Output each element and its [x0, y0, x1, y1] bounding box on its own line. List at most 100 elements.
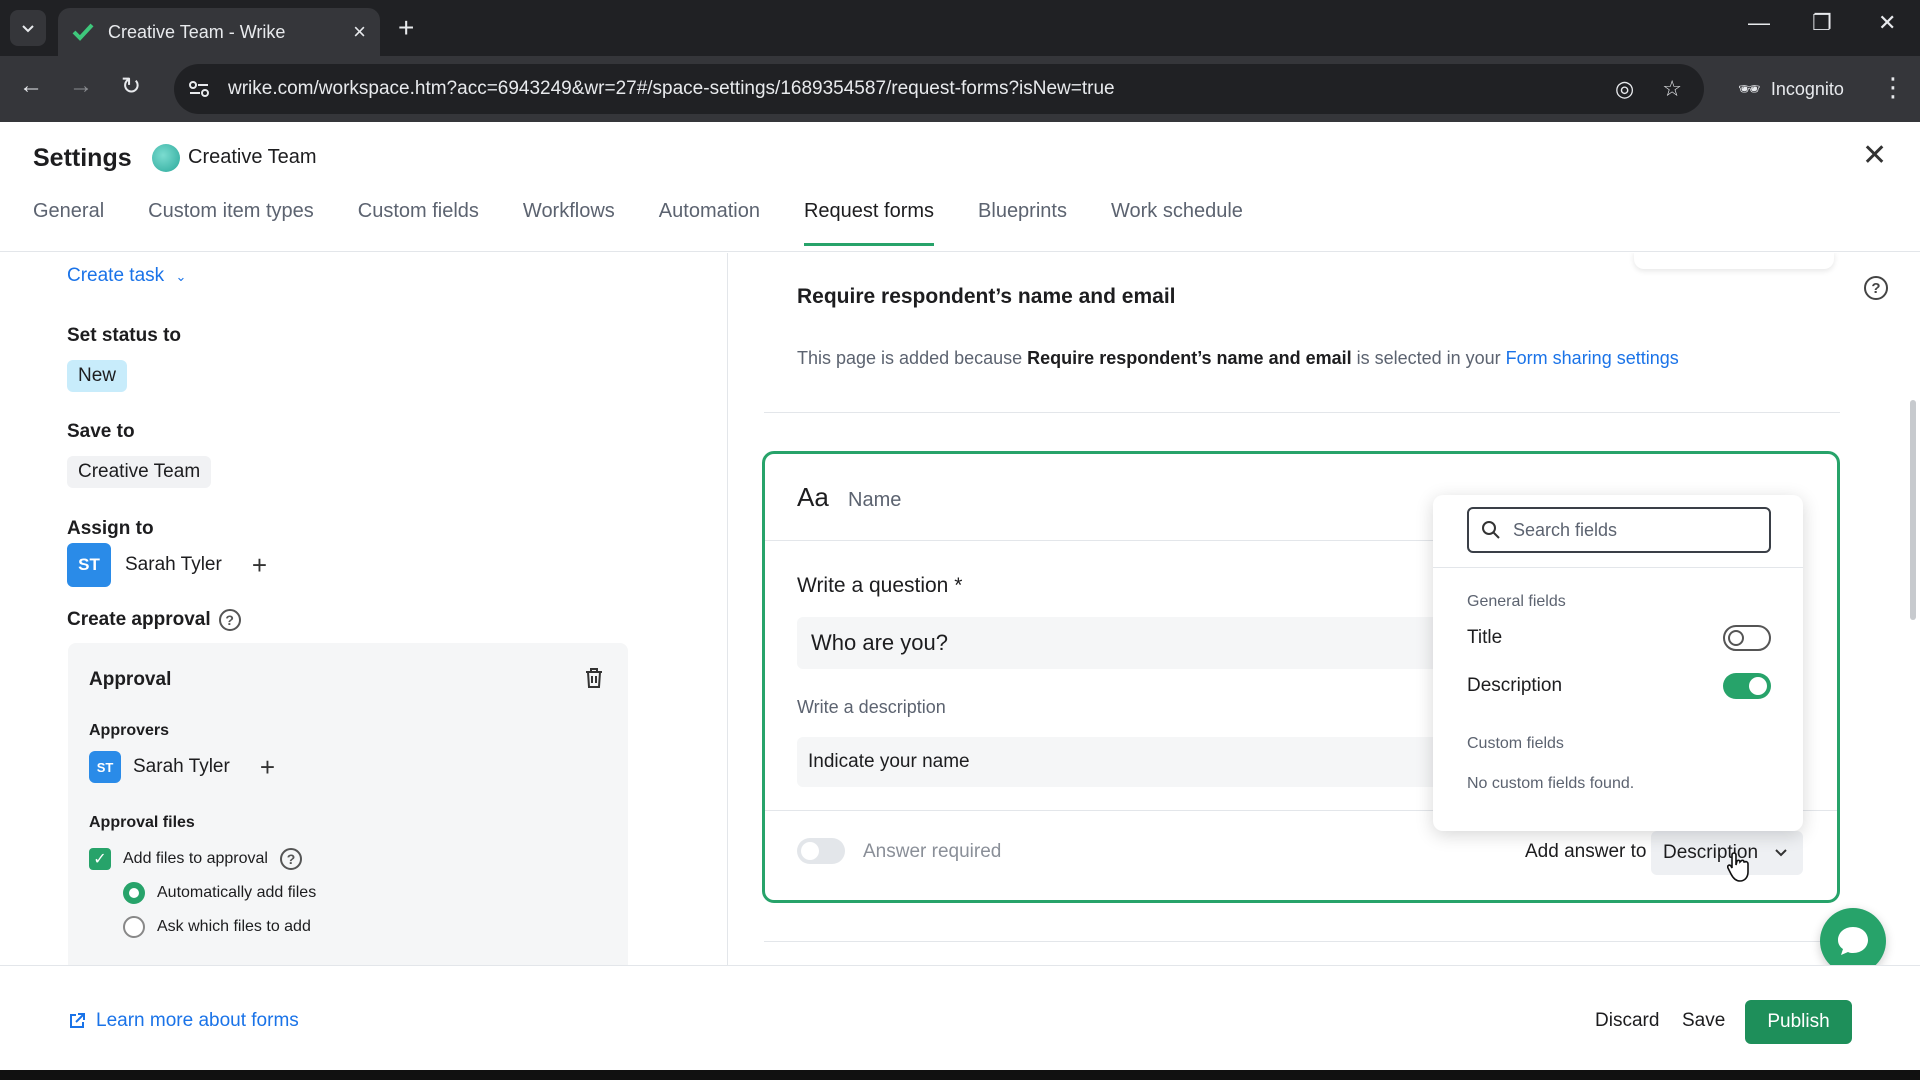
incognito-indicator[interactable]: 🕶 Incognito — [1724, 68, 1858, 110]
window-close-icon[interactable]: ✕ — [1878, 10, 1896, 36]
title-toggle[interactable] — [1723, 625, 1771, 651]
chevron-down-icon — [1775, 849, 1787, 857]
reload-icon[interactable]: ↻ — [116, 72, 146, 101]
assignee-row: ST Sarah Tyler + — [67, 543, 267, 587]
avatar[interactable]: ST — [89, 751, 121, 783]
tab-automation[interactable]: Automation — [659, 200, 760, 246]
save-to-location[interactable]: Creative Team — [67, 456, 212, 488]
description-input[interactable]: Indicate your name — [797, 737, 1457, 787]
field-option-description[interactable]: Description — [1467, 673, 1771, 699]
desc-middle: is selected in your — [1351, 348, 1506, 368]
form-sharing-settings-link[interactable]: Form sharing settings — [1506, 348, 1679, 368]
restore-icon[interactable]: ❐ — [1812, 10, 1832, 36]
create-approval-header: Create approval ? — [67, 609, 241, 631]
form-editor-panel: Require respondent’s name and email This… — [729, 253, 1920, 965]
tab-blueprints[interactable]: Blueprints — [978, 200, 1067, 246]
ask-files-label: Ask which files to add — [157, 918, 311, 935]
publish-button[interactable]: Publish — [1745, 1000, 1852, 1044]
tab-workflows[interactable]: Workflows — [523, 200, 615, 246]
desc-prefix: This page is added because — [797, 348, 1028, 368]
tab-general[interactable]: General — [33, 200, 104, 246]
learn-more-link[interactable]: Learn more about forms — [68, 1010, 299, 1032]
create-task-label: Create task — [67, 265, 165, 286]
eye-off-icon[interactable]: ◎ — [1615, 76, 1634, 101]
browser-tab[interactable]: Creative Team - Wrike × — [58, 8, 380, 56]
search-icon — [1482, 521, 1500, 539]
add-files-checkbox[interactable]: ✓ — [89, 848, 111, 870]
divider — [764, 941, 1840, 942]
page-title: Settings — [33, 144, 132, 172]
status-badge[interactable]: New — [67, 360, 128, 392]
no-custom-fields-text: No custom fields found. — [1467, 775, 1635, 792]
section-title: Require respondent’s name and email — [797, 285, 1176, 308]
add-approver-icon[interactable]: + — [260, 752, 275, 783]
chevron-down-icon: ⌄ — [175, 269, 187, 284]
help-icon[interactable]: ? — [1864, 276, 1888, 300]
browser-menu-icon[interactable]: ⋮ — [1880, 72, 1906, 103]
create-approval-label: Create approval — [67, 609, 211, 630]
tab-search-button[interactable] — [10, 10, 46, 46]
discard-button[interactable]: Discard — [1595, 1010, 1659, 1032]
search-fields-input[interactable] — [1513, 519, 1753, 541]
divider — [764, 412, 1840, 413]
learn-more-label: Learn more about forms — [96, 1010, 299, 1031]
back-icon[interactable]: ← — [16, 72, 46, 100]
auto-add-files-radio[interactable] — [123, 882, 145, 904]
avatar[interactable]: ST — [67, 543, 111, 587]
approvers-label: Approvers — [89, 722, 170, 739]
field-description-label: Description — [1467, 675, 1563, 696]
settings-tabs: General Custom item types Custom fields … — [33, 200, 1243, 246]
site-settings-icon[interactable] — [188, 79, 210, 99]
space-name: Creative Team — [188, 146, 317, 168]
new-tab-icon[interactable]: + — [398, 12, 414, 44]
wrike-logo-icon — [72, 23, 94, 41]
form-settings-panel: Create task ⌄ Set status to New Save to … — [0, 253, 728, 965]
tab-custom-fields[interactable]: Custom fields — [358, 200, 479, 246]
scrollbar[interactable] — [1910, 400, 1916, 620]
tab-work-schedule[interactable]: Work schedule — [1111, 200, 1243, 246]
custom-fields-label: Custom fields — [1467, 735, 1564, 752]
trash-icon[interactable] — [584, 667, 604, 694]
save-button[interactable]: Save — [1682, 1010, 1725, 1032]
address-bar[interactable]: wrike.com/workspace.htm?acc=6943249&wr=2… — [174, 64, 1704, 114]
approver-name: Sarah Tyler — [133, 756, 230, 777]
ask-files-radio[interactable] — [123, 916, 145, 938]
window-bottom-edge — [0, 1070, 1920, 1080]
chat-icon — [1838, 927, 1868, 955]
add-assignee-icon[interactable]: + — [252, 550, 267, 581]
set-status-label: Set status to — [67, 325, 182, 346]
auto-add-files-label: Automatically add files — [157, 884, 317, 901]
tab-request-forms[interactable]: Request forms — [803, 200, 935, 246]
collapsed-card-edge — [1634, 253, 1834, 269]
url-text: wrike.com/workspace.htm?acc=6943249&wr=2… — [228, 78, 1115, 99]
approval-card: Approval Approvers ST Sarah Tyler + Appr… — [68, 643, 628, 965]
auto-add-files-option[interactable]: Automatically add files — [123, 882, 316, 904]
answer-required-label: Answer required — [863, 841, 1002, 862]
general-fields-label: General fields — [1467, 593, 1566, 610]
field-mapping-popover: General fields Title Description Custom … — [1433, 495, 1803, 831]
ask-files-option[interactable]: Ask which files to add — [123, 916, 311, 938]
tab-custom-item-types[interactable]: Custom item types — [148, 200, 314, 246]
question-name-field[interactable]: Name — [848, 489, 901, 512]
add-files-label: Add files to approval — [123, 850, 268, 867]
space-icon — [152, 144, 180, 172]
help-icon[interactable]: ? — [279, 848, 302, 870]
bookmark-star-icon[interactable]: ☆ — [1662, 76, 1682, 101]
close-settings-icon[interactable]: ✕ — [1862, 138, 1887, 173]
add-answer-label: Add answer to — [1525, 841, 1647, 862]
search-fields-box[interactable] — [1467, 507, 1771, 553]
add-files-row: ✓ Add files to approval ? — [89, 848, 302, 870]
description-toggle[interactable] — [1723, 673, 1771, 699]
question-label: Write a question * — [797, 574, 963, 597]
field-option-title[interactable]: Title — [1467, 625, 1771, 651]
answer-required-toggle[interactable] — [797, 838, 845, 864]
tab-close-icon[interactable]: × — [353, 19, 366, 45]
text-type-icon: Aa — [797, 482, 829, 512]
omnibox-actions: ◎ ☆ — [1615, 76, 1682, 102]
help-icon[interactable]: ? — [218, 609, 241, 631]
minimize-icon[interactable]: — — [1748, 10, 1770, 36]
approval-title: Approval — [89, 669, 172, 690]
create-task-dropdown[interactable]: Create task ⌄ — [67, 265, 186, 287]
question-input[interactable]: Who are you? — [797, 617, 1457, 669]
forward-icon[interactable]: → — [66, 72, 96, 100]
